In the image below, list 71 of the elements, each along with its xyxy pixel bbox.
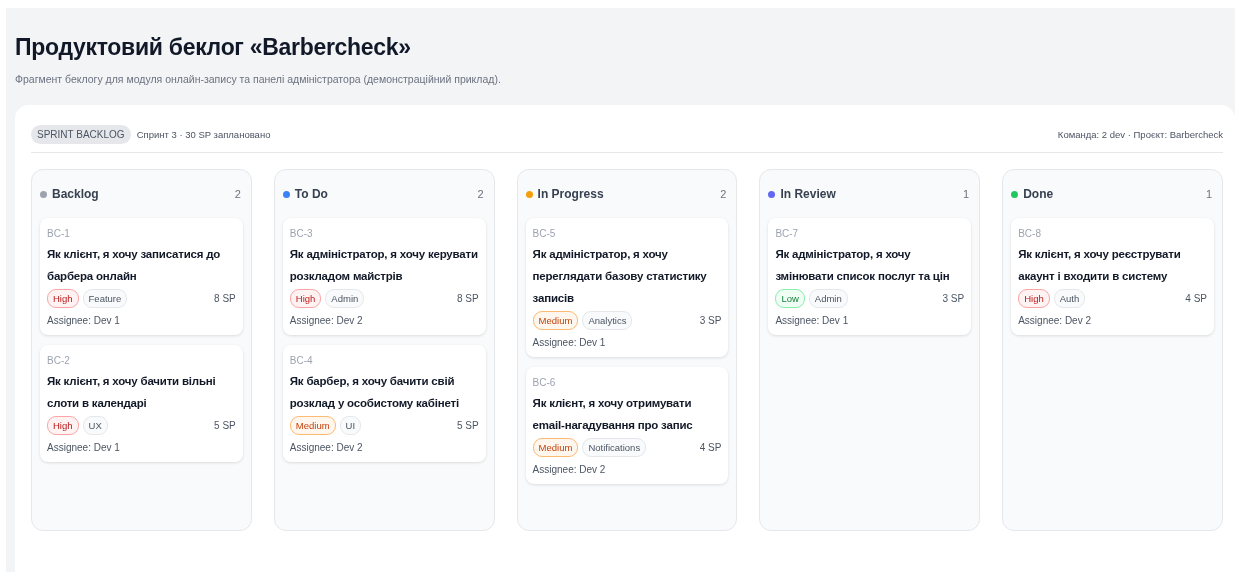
category-tag: Auth [1053,289,1086,308]
column-count: 2 [234,188,241,200]
sprint-summary: Спринт 3 · 30 SP заплановано [136,129,271,140]
sprint-backlog-badge: SPRINT BACKLOG [31,125,131,144]
story-id: BC-1 [47,228,71,239]
story-card[interactable]: BC-8 Як клієнт, я хочу реєструвати акаунт і входити в систему High Auth 4 SP Assignee: Dev 2 [1011,218,1214,335]
assignee-label: Assignee: Dev 1 [775,315,850,326]
column-count: 2 [477,188,484,200]
page-title: Продуктовий беклог «Barbercheck» [15,34,412,61]
story-id: BC-3 [289,228,314,239]
story-points: 3 SP [942,293,965,304]
team-project-info: Команда: 2 dev · Проєкт: Barbercheck [1057,129,1223,140]
column-title: Done [1023,187,1054,201]
story-id: BC-5 [532,228,557,239]
story-title: Як адміністратор, я хочу переглядати базову статистику записів [532,247,708,306]
category-tag: Admin [325,289,365,308]
story-points: 8 SP [214,293,236,304]
story-points: 4 SP [1185,293,1207,304]
story-card[interactable]: BC-5 Як адміністратор, я хочу переглядати базову статистику записів Medium Analytics 3 SP Assignee: Dev 1 [525,218,729,357]
assignee-label: Assignee: Dev 2 [289,315,364,326]
priority-tag: High [47,289,79,308]
story-points: 8 SP [456,293,479,304]
story-title: Як клієнт, я хочу бачити вільні слоти в календарі [47,374,217,411]
story-points: 5 SP [456,420,479,431]
column-title: In Progress [537,187,604,201]
assignee-label: Assignee: Dev 2 [289,442,364,453]
story-id: BC-6 [532,377,557,388]
story-card[interactable]: BC-4 Як барбер, я хочу бачити свій розклад у особистому кабінеті Medium UI 5 SP Assignee: Dev 2 [282,345,486,462]
story-card[interactable]: BC-2 Як клієнт, я хочу бачити вільні слоти в календарі High UX 5 SP Assignee: Dev 1 [40,345,243,462]
category-tag: UX [82,416,108,435]
column-count: 1 [1205,188,1212,200]
assignee-label: Assignee: Dev 2 [1018,315,1092,326]
story-title: Як адміністратор, я хочу керувати розкладом майстрів [289,247,479,284]
priority-tag: Medium [532,438,579,457]
story-id: BC-4 [289,355,314,366]
story-title: Як клієнт, я хочу записатися до барбера онлайн [47,247,222,284]
story-title: Як клієнт, я хочу реєструвати акаунт і входити в систему [1018,247,1182,284]
column-title: To Do [294,187,328,201]
story-card[interactable]: BC-3 Як адміністратор, я хочу керувати розкладом майстрів High Admin 8 SP Assignee: Dev 2 [282,218,486,335]
assignee-label: Assignee: Dev 1 [47,442,121,453]
category-tag: Feature [82,289,128,308]
story-id: BC-2 [47,355,71,366]
story-card[interactable]: BC-7 Як адміністратор, я хочу змінювати список послуг та цін Low Admin 3 SP Assignee: Dev 1 [768,218,972,335]
priority-tag: High [289,289,322,308]
page-subtitle: Фрагмент беклогу для модуля онлайн-запису та панелі адміністратора (демонстраційний приклад). [15,73,502,85]
story-id: BC-7 [775,228,800,239]
story-points: 4 SP [699,442,722,453]
story-title: Як адміністратор, я хочу змінювати список послуг та цін [775,247,951,284]
story-points: 5 SP [214,420,236,431]
priority-tag: Medium [289,416,336,435]
category-tag: Notifications [582,438,647,457]
assignee-label: Assignee: Dev 2 [532,464,607,475]
priority-tag: High [47,416,79,435]
story-points: 3 SP [699,315,722,326]
category-tag: UI [339,416,362,435]
priority-tag: Medium [532,311,579,330]
column-count: 1 [963,188,970,200]
priority-tag: Low [775,289,805,308]
column-title: In Review [780,187,836,201]
column-count: 2 [720,188,727,200]
category-tag: Admin [808,289,848,308]
category-tag: Analytics [582,311,633,330]
assignee-label: Assignee: Dev 1 [47,315,121,326]
priority-tag: High [1018,289,1050,308]
story-card[interactable]: BC-1 Як клієнт, я хочу записатися до барбера онлайн High Feature 8 SP Assignee: Dev 1 [40,218,243,335]
story-id: BC-8 [1018,228,1042,239]
column-title: Backlog [52,187,99,201]
story-title: Як барбер, я хочу бачити свій розклад у особистому кабінеті [289,374,460,411]
assignee-label: Assignee: Dev 1 [532,337,607,348]
story-card[interactable]: BC-6 Як клієнт, я хочу отримувати email-нагадування про запис Medium Notifications 4 SP Assignee: Dev 2 [525,367,729,484]
story-title: Як клієнт, я хочу отримувати email-нагадування про запис [532,396,694,433]
